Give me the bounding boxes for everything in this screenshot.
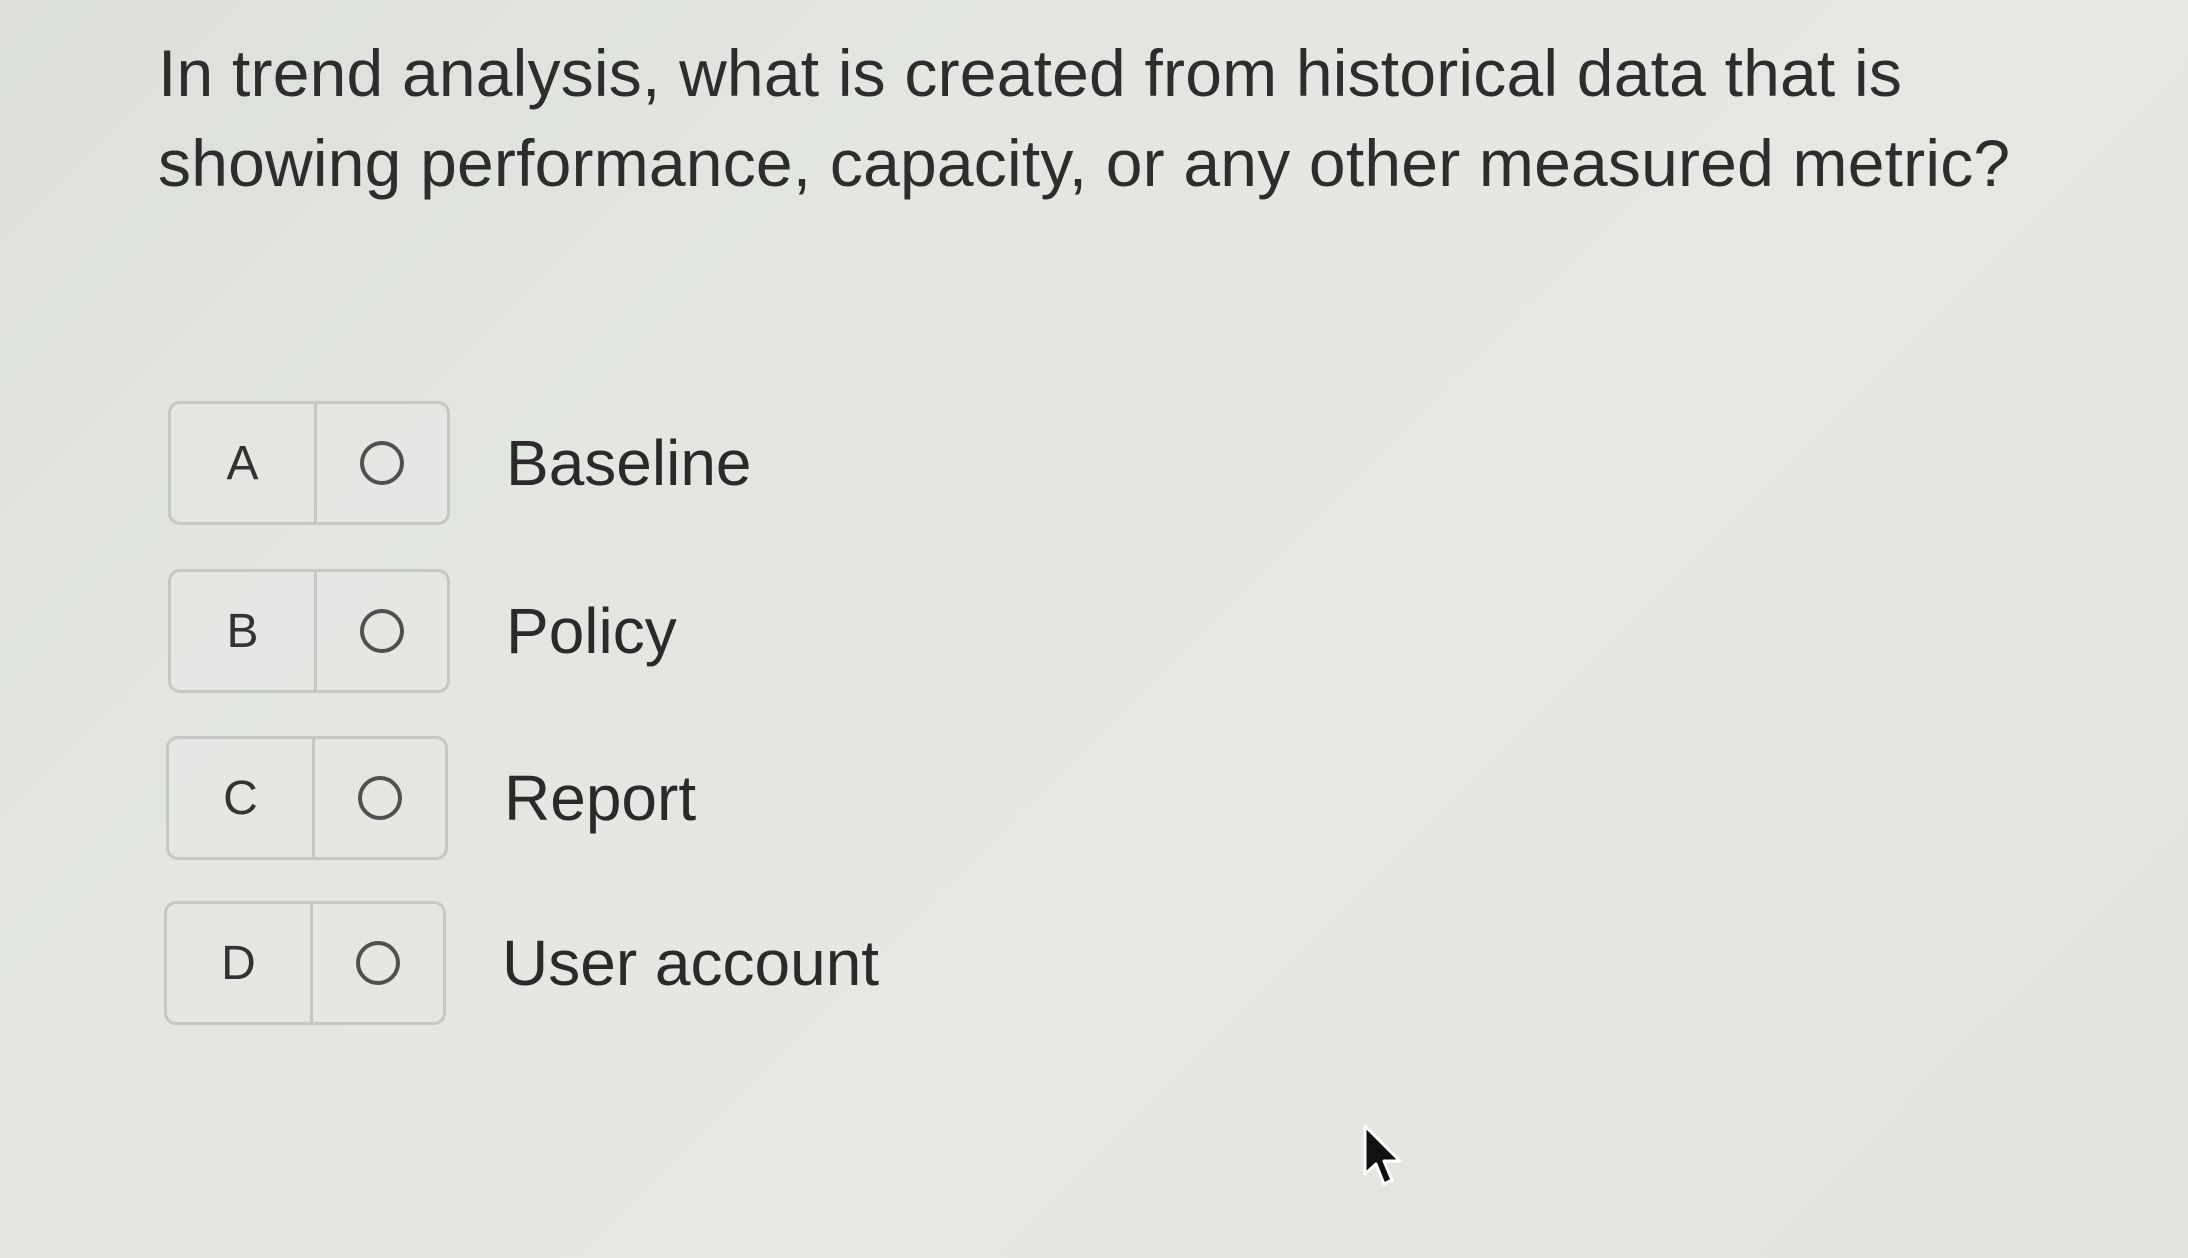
choice-box-d[interactable]: D	[164, 901, 446, 1025]
radio-cell-b[interactable]	[317, 572, 447, 690]
option-label-a[interactable]: Baseline	[506, 426, 752, 500]
option-letter-a: A	[171, 404, 317, 522]
option-d[interactable]: D User account	[164, 900, 879, 1026]
radio-unchecked-icon[interactable]	[358, 776, 402, 820]
question-text: In trend analysis, what is created from …	[158, 36, 2011, 200]
option-letter-c: C	[169, 739, 315, 857]
choice-box-a[interactable]: A	[168, 401, 450, 525]
radio-cell-d[interactable]	[313, 904, 443, 1022]
option-b[interactable]: B Policy	[168, 568, 677, 694]
option-letter-b: B	[171, 572, 317, 690]
option-letter-d: D	[167, 904, 313, 1022]
option-label-d[interactable]: User account	[502, 926, 879, 1000]
option-a[interactable]: A Baseline	[168, 400, 752, 526]
choice-box-b[interactable]: B	[168, 569, 450, 693]
radio-cell-c[interactable]	[315, 739, 445, 857]
choice-box-c[interactable]: C	[166, 736, 448, 860]
option-label-c[interactable]: Report	[504, 761, 696, 835]
radio-cell-a[interactable]	[317, 404, 447, 522]
radio-unchecked-icon[interactable]	[360, 441, 404, 485]
mouse-pointer-icon	[1363, 1124, 1402, 1186]
option-label-b[interactable]: Policy	[506, 594, 677, 668]
radio-unchecked-icon[interactable]	[360, 609, 404, 653]
option-c[interactable]: C Report	[166, 735, 696, 861]
radio-unchecked-icon[interactable]	[356, 941, 400, 985]
